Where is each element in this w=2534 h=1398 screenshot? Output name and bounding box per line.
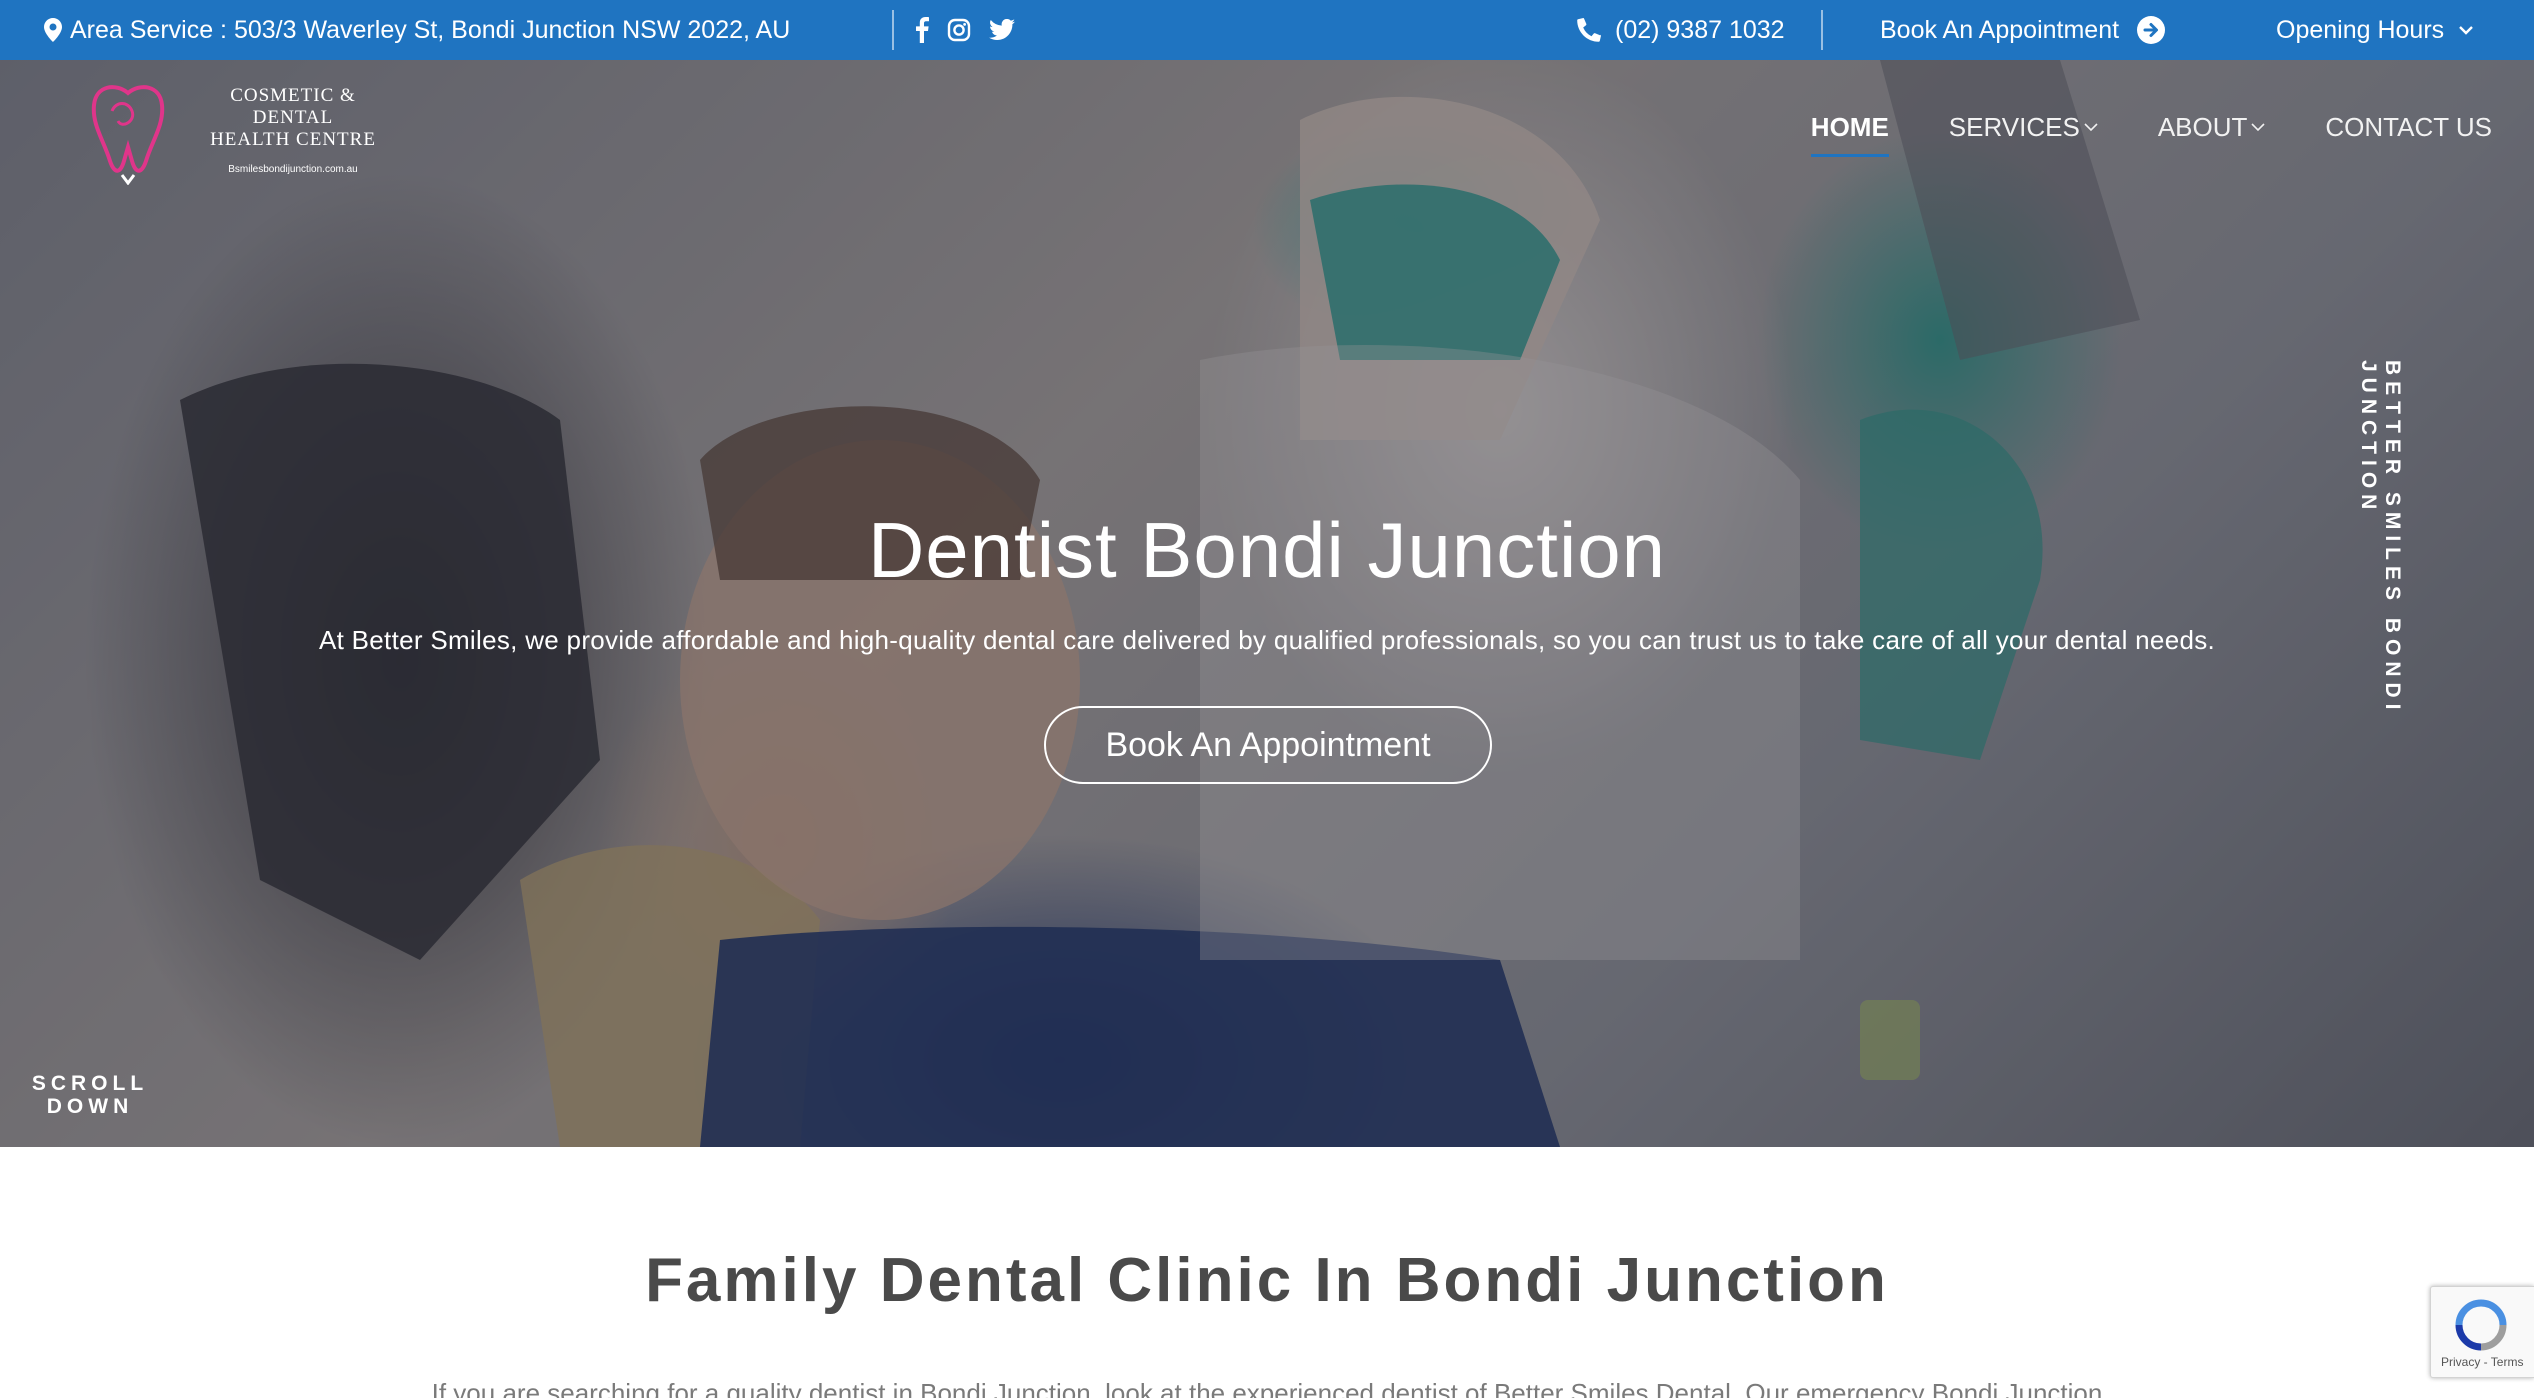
nav-services[interactable]: SERVICES	[1949, 112, 2098, 143]
scroll-line-1: SCROLL	[31, 1072, 149, 1095]
arrow-circle-right-icon	[2137, 16, 2166, 44]
twitter-icon[interactable]	[989, 19, 1015, 41]
vertical-tagline-text: BETTER SMILES BONDI JUNCTION	[2357, 360, 2404, 716]
chevron-down-icon	[2458, 25, 2474, 35]
scroll-line-2: DOWN	[46, 1095, 134, 1118]
nav-contact[interactable]: CONTACT US	[2325, 112, 2492, 143]
opening-hours-label: Opening Hours	[2276, 15, 2445, 44]
section-body: If you are searching for a quality denti…	[431, 1378, 2103, 1398]
logo-line-1: COSMETIC & DENTAL	[230, 85, 356, 128]
chevron-down-icon	[2251, 123, 2265, 132]
phone-link[interactable]: (02) 9387 1032	[1577, 0, 1785, 60]
logo-line-2: HEALTH CENTRE	[210, 129, 376, 150]
nav-about-label: ABOUT	[2157, 112, 2248, 142]
recaptcha-terms[interactable]: Privacy - Terms	[2441, 1355, 2523, 1369]
main-nav: HOME SERVICES ABOUT CONTACT US	[1810, 112, 2492, 157]
section-title: Family Dental Clinic In Bondi Junction	[645, 1246, 1889, 1315]
topbar-book-label: Book An Appointment	[1880, 15, 2120, 44]
logo-url: Bsmilesbondijunction.com.au	[228, 164, 358, 175]
hero-banner: COSMETIC & DENTAL HEALTH CENTRE Bsmilesb…	[0, 60, 2534, 1147]
chevron-down-icon	[2084, 123, 2098, 132]
divider	[1821, 10, 1823, 50]
social-links	[915, 0, 1015, 60]
phone-number: (02) 9387 1032	[1615, 15, 1785, 44]
hero-content: COSMETIC & DENTAL HEALTH CENTRE Bsmilesb…	[0, 60, 2534, 1147]
scroll-down-link[interactable]: SCROLL DOWN	[30, 1072, 150, 1118]
instagram-icon[interactable]	[947, 18, 971, 42]
facebook-icon[interactable]	[915, 17, 929, 43]
nav-home[interactable]: HOME	[1810, 112, 1889, 157]
recaptcha-icon	[2453, 1297, 2509, 1353]
opening-hours-dropdown[interactable]: Opening Hours	[2276, 0, 2474, 60]
nav-services-label: SERVICES	[1948, 112, 2080, 142]
phone-icon	[1577, 18, 1601, 42]
hero-book-button[interactable]: Book An Appointment	[1044, 706, 1492, 784]
nav-contact-label: CONTACT US	[2325, 112, 2492, 142]
nav-home-label: HOME	[1810, 112, 1889, 142]
location-pin-icon	[44, 18, 62, 42]
address-text: Area Service : 503/3 Waverley St, Bondi …	[70, 15, 791, 44]
vertical-tagline: BETTER SMILES BONDI JUNCTION	[2357, 360, 2404, 840]
logo-text: COSMETIC & DENTAL HEALTH CENTRE Bsmilesb…	[188, 85, 398, 181]
nav-about[interactable]: ABOUT	[2158, 112, 2266, 143]
top-bar: Area Service : 503/3 Waverley St, Bondi …	[0, 0, 2534, 60]
divider	[892, 10, 894, 50]
topbar-book-button[interactable]: Book An Appointment	[1880, 0, 2166, 60]
hero-subtitle: At Better Smiles, we provide affordable …	[318, 625, 2216, 655]
hero-title: Dentist Bondi Junction	[867, 506, 1667, 594]
tooth-logo-icon	[88, 81, 168, 185]
address: Area Service : 503/3 Waverley St, Bondi …	[44, 0, 790, 60]
logo[interactable]: COSMETIC & DENTAL HEALTH CENTRE Bsmilesb…	[88, 78, 398, 188]
recaptcha-badge[interactable]: Privacy - Terms	[2430, 1286, 2534, 1378]
